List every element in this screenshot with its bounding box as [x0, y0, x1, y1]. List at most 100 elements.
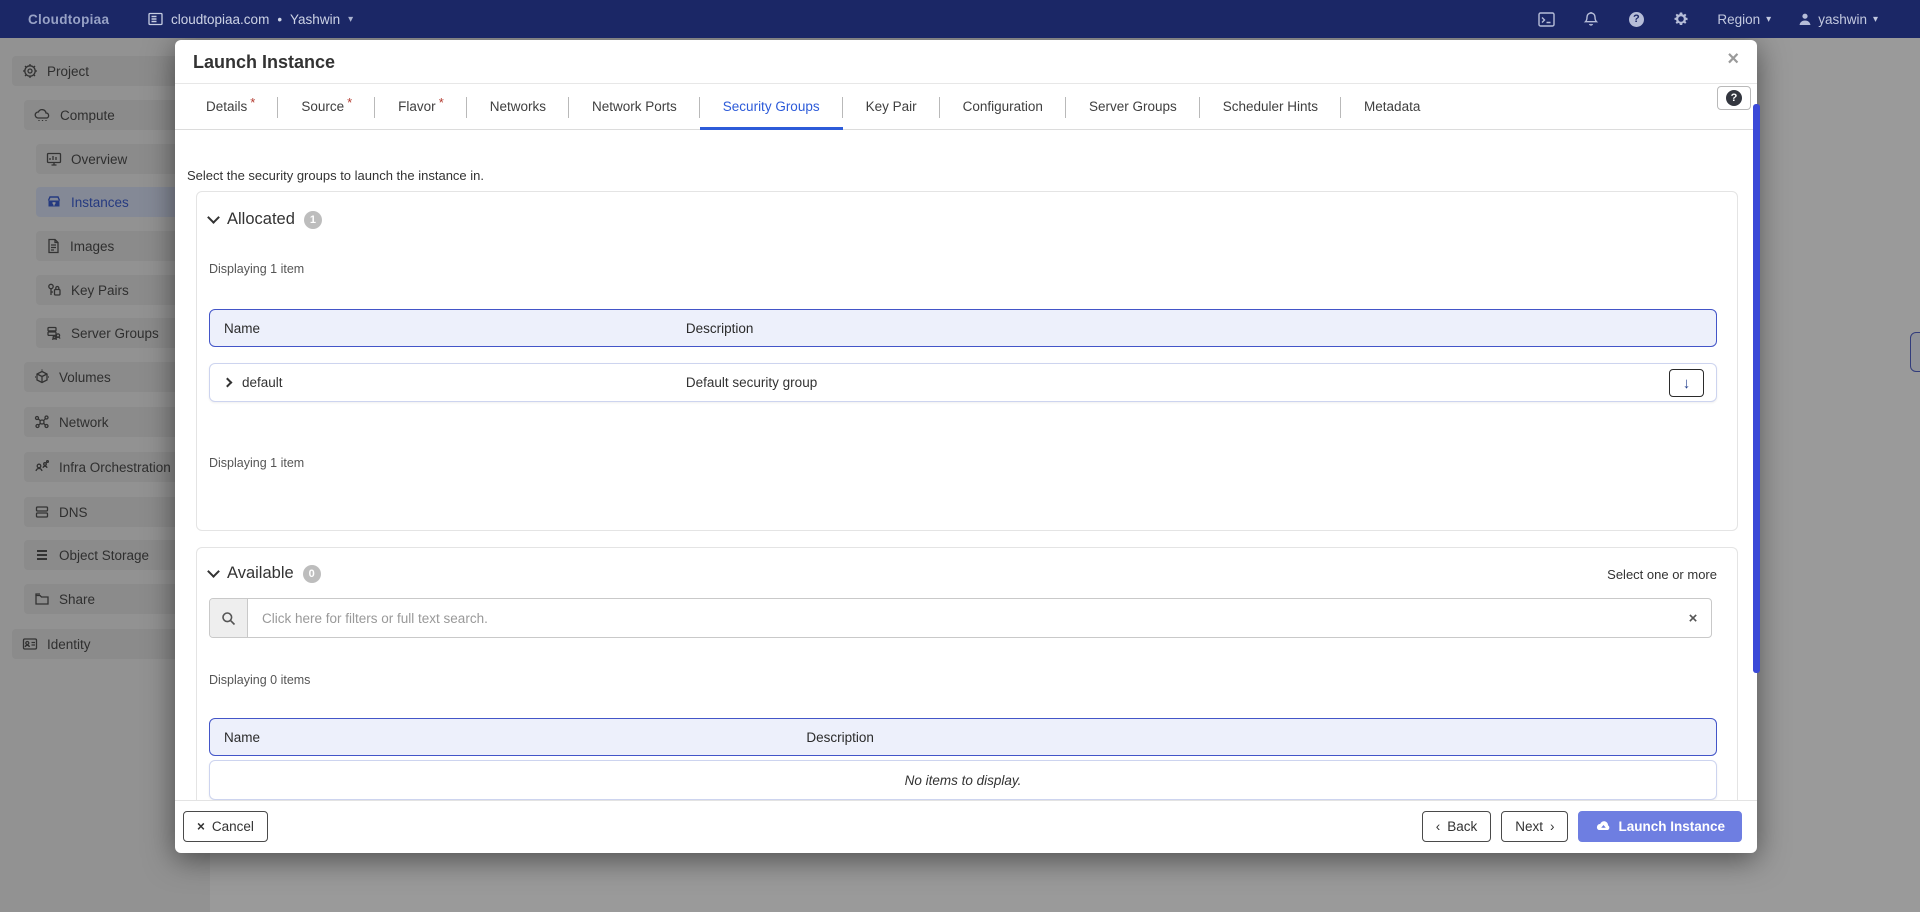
close-icon[interactable]: ×	[1727, 49, 1739, 69]
available-empty-row: No items to display.	[209, 760, 1717, 800]
top-navigation-bar: Cloudtopiaa cloudtopiaa.com • Yashwin ▾ …	[0, 0, 1920, 38]
allocated-count-badge: 1	[304, 211, 322, 229]
tab-label: Key Pair	[866, 99, 917, 114]
clear-search-icon[interactable]: ×	[1675, 599, 1711, 637]
tab-label: Flavor	[398, 99, 436, 114]
tab-label: Scheduler Hints	[1223, 99, 1318, 114]
help-icon: ?	[1726, 90, 1742, 106]
tab-label: Configuration	[963, 99, 1043, 114]
available-title: Available	[227, 564, 294, 583]
caret-down-icon: ▾	[1873, 14, 1878, 25]
cancel-label: Cancel	[212, 819, 254, 834]
filter-search-box: ×	[209, 598, 1712, 638]
breadcrumb-site: cloudtopiaa.com	[171, 12, 269, 27]
user-icon	[1798, 12, 1812, 26]
tab-configuration[interactable]: Configuration	[940, 84, 1066, 129]
allocated-displaying-top: Displaying 1 item	[209, 262, 304, 276]
tab-scheduler-hints[interactable]: Scheduler Hints	[1200, 84, 1341, 129]
terminal-icon[interactable]	[1537, 10, 1555, 28]
tab-networks[interactable]: Networks	[467, 84, 569, 129]
cancel-button[interactable]: × Cancel	[183, 811, 268, 842]
allocated-title: Allocated	[227, 210, 295, 229]
angle-right-icon: ›	[1550, 819, 1555, 834]
caret-down-icon: ▾	[1766, 14, 1771, 25]
chevron-down-icon	[207, 565, 220, 578]
search-icon	[210, 599, 248, 637]
tab-key-pair[interactable]: Key Pair	[843, 84, 940, 129]
column-header-name: Name	[224, 730, 260, 745]
domain-list-icon	[148, 12, 163, 26]
tab-details[interactable]: Details*	[183, 84, 278, 129]
region-label: Region	[1717, 12, 1760, 27]
empty-message: No items to display.	[905, 773, 1022, 788]
launch-instance-button[interactable]: Launch Instance	[1578, 811, 1742, 842]
breadcrumb-separator: •	[277, 12, 282, 27]
launch-instance-modal: Launch Instance × Details* Source* Flavo…	[175, 40, 1757, 853]
user-name: yashwin	[1818, 12, 1867, 27]
next-label: Next	[1515, 819, 1543, 834]
tab-label: Source	[301, 99, 344, 114]
wizard-tabs: Details* Source* Flavor* Networks Networ…	[175, 84, 1757, 130]
brand-logo[interactable]: Cloudtopiaa	[28, 0, 109, 38]
tab-label: Network Ports	[592, 99, 677, 114]
down-arrow-icon: ↓	[1683, 375, 1691, 392]
bell-icon[interactable]	[1582, 10, 1600, 28]
modal-footer: × Cancel ‹ Back Next › Launch Instance	[175, 800, 1757, 853]
user-menu[interactable]: yashwin ▾	[1798, 12, 1878, 27]
tab-label: Metadata	[1364, 99, 1420, 114]
tab-metadata[interactable]: Metadata	[1341, 84, 1443, 129]
required-asterisk: *	[347, 95, 352, 110]
available-count-badge: 0	[303, 565, 321, 583]
tab-label: Server Groups	[1089, 99, 1177, 114]
step-description: Select the security groups to launch the…	[187, 168, 484, 183]
launch-label: Launch Instance	[1618, 819, 1725, 834]
allocated-panel: Allocated 1 Displaying 1 item Name Descr…	[196, 191, 1738, 531]
expander-chevron-icon[interactable]	[223, 378, 233, 388]
help-glyph: ?	[1629, 12, 1644, 27]
help-icon[interactable]: ?	[1627, 10, 1645, 28]
caret-down-icon: ▾	[348, 14, 353, 25]
tab-server-groups[interactable]: Server Groups	[1066, 84, 1200, 129]
available-table-header: Name Description	[209, 718, 1717, 756]
angle-left-icon: ‹	[1436, 819, 1441, 834]
tab-security-groups[interactable]: Security Groups	[700, 84, 843, 129]
required-asterisk: *	[250, 95, 255, 110]
security-group-description: Default security group	[686, 375, 817, 390]
allocated-displaying-bottom: Displaying 1 item	[209, 456, 304, 470]
brand-label: Cloudtopiaa	[28, 12, 109, 27]
column-header-name: Name	[224, 321, 260, 336]
modal-help-button[interactable]: ?	[1717, 86, 1751, 110]
tab-label: Details	[206, 99, 247, 114]
required-asterisk: *	[439, 95, 444, 110]
next-button[interactable]: Next ›	[1501, 811, 1568, 842]
gear-icon[interactable]	[1672, 10, 1690, 28]
modal-header: Launch Instance ×	[175, 40, 1757, 84]
back-button[interactable]: ‹ Back	[1422, 811, 1492, 842]
available-displaying: Displaying 0 items	[209, 673, 310, 687]
security-group-name: default	[242, 375, 283, 390]
tab-network-ports[interactable]: Network Ports	[569, 84, 700, 129]
allocated-heading[interactable]: Allocated 1	[209, 210, 322, 229]
modal-scrollbar-thumb[interactable]	[1753, 104, 1760, 673]
select-hint: Select one or more	[1607, 567, 1717, 582]
column-header-description: Description	[686, 321, 754, 336]
tab-label: Security Groups	[723, 99, 820, 114]
breadcrumb-project: Yashwin	[290, 12, 340, 27]
modal-title: Launch Instance	[193, 52, 335, 73]
breadcrumb[interactable]: cloudtopiaa.com • Yashwin ▾	[148, 0, 353, 38]
tab-source[interactable]: Source*	[278, 84, 375, 129]
back-label: Back	[1447, 819, 1477, 834]
region-dropdown[interactable]: Region ▾	[1717, 12, 1771, 27]
available-heading[interactable]: Available 0	[209, 564, 321, 583]
deallocate-button[interactable]: ↓	[1669, 369, 1704, 397]
allocated-table-header: Name Description	[209, 309, 1717, 347]
tab-label: Networks	[490, 99, 546, 114]
tab-flavor[interactable]: Flavor*	[375, 84, 467, 129]
close-icon: ×	[197, 819, 205, 834]
column-header-description: Description	[806, 730, 874, 745]
available-panel: Available 0 Select one or more × Display…	[196, 547, 1738, 801]
filter-search-input[interactable]	[248, 599, 1675, 637]
cloud-upload-icon	[1595, 820, 1611, 833]
allocated-row-default: default Default security group ↓	[209, 363, 1717, 402]
chevron-down-icon	[207, 211, 220, 224]
